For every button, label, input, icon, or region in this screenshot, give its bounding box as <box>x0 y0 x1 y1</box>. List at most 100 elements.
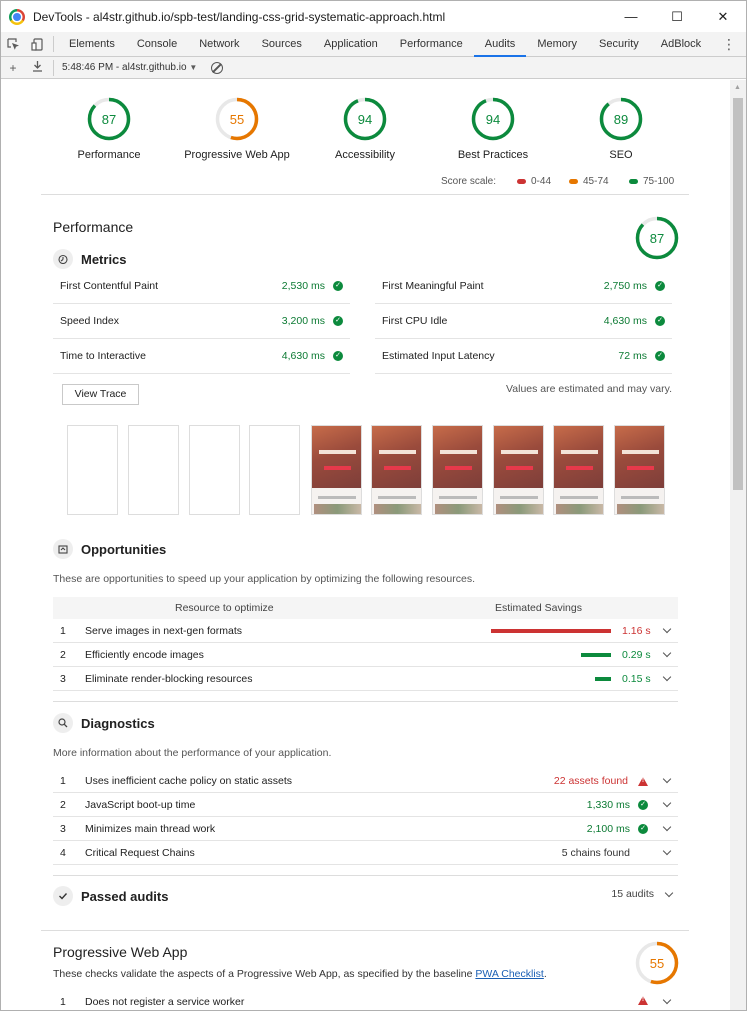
opportunity-row[interactable]: 1 Serve images in next-gen formats 1.16 s <box>53 619 678 643</box>
chevron-glyph <box>662 846 672 856</box>
passed-audits-header[interactable]: Passed audits <box>53 886 168 906</box>
diagnostic-row[interactable]: 2 JavaScript boot-up time 1,330 ms ✓ <box>53 793 678 817</box>
category-gauge-progressive-web-app[interactable]: 55 Progressive Web App <box>167 80 307 161</box>
tab-sources[interactable]: Sources <box>251 32 313 57</box>
tab-application[interactable]: Application <box>313 32 389 57</box>
chevron-down-icon[interactable] <box>662 672 672 682</box>
metric-item: First Meaningful Paint 2,750 ms ✓ <box>375 269 672 304</box>
savings-column-header: Estimated Savings <box>495 602 582 614</box>
metrics-title: Metrics <box>81 251 127 267</box>
opportunities-description: These are opportunities to speed up your… <box>53 573 475 585</box>
new-audit-icon[interactable]: + <box>1 61 25 75</box>
inspect-element-icon[interactable] <box>1 32 25 56</box>
more-options-icon[interactable]: ⋮ <box>722 36 736 53</box>
frame-hero-heading <box>501 450 538 454</box>
diagnostic-result: 5 chains found <box>562 847 648 859</box>
view-trace-button[interactable]: View Trace <box>62 384 139 405</box>
scrollbar-thumb[interactable] <box>733 98 743 490</box>
diagnostic-result: 1,330 ms ✓ <box>587 799 648 811</box>
score-gauge: 89 <box>599 97 643 141</box>
metric-value: 4,630 ms ✓ <box>282 350 343 362</box>
pass-check-icon: ✓ <box>333 281 343 291</box>
chevron-down-icon[interactable] <box>662 822 672 832</box>
tab-memory[interactable]: Memory <box>526 32 588 57</box>
chevron-glyph <box>662 822 672 832</box>
opportunities-header: Opportunities <box>53 539 166 559</box>
pass-check-icon: ✓ <box>655 351 665 361</box>
chevron-down-icon[interactable] <box>662 648 672 658</box>
warning-icon <box>638 996 648 1005</box>
passed-audits-count[interactable]: 15 audits <box>611 888 674 900</box>
opportunity-title: Eliminate render-blocking resources <box>85 673 253 685</box>
tab-console[interactable]: Console <box>126 32 188 57</box>
metric-value-text: 2,750 ms <box>603 280 647 292</box>
score-scale-label: Score scale: <box>441 176 497 187</box>
opportunity-row[interactable]: 2 Efficiently encode images 0.29 s <box>53 643 678 667</box>
metric-value: 2,530 ms ✓ <box>282 280 343 292</box>
performance-title: Performance <box>53 219 134 235</box>
opportunity-icon <box>53 539 73 559</box>
pass-check-icon: ✓ <box>655 281 665 291</box>
pwa-gauge-score: 55 <box>650 956 664 971</box>
score-scale-fail-label: 0-44 <box>531 176 552 187</box>
divider <box>41 930 689 931</box>
frame-content <box>372 488 421 514</box>
diagnostic-row[interactable]: 4 Critical Request Chains 5 chains found <box>53 841 678 865</box>
opportunities-title: Opportunities <box>81 541 167 557</box>
gauge-label: Best Practices <box>457 149 529 161</box>
report-select[interactable]: 5:48:46 PM - al4str.github.io ▼ <box>62 62 197 73</box>
tab-network[interactable]: Network <box>188 32 250 57</box>
tab-elements[interactable]: Elements <box>58 32 126 57</box>
tab-audits[interactable]: Audits <box>473 32 527 57</box>
metric-label: First Contentful Paint <box>60 280 159 292</box>
category-gauge-performance[interactable]: 87 Performance <box>39 80 179 161</box>
chevron-down-icon[interactable] <box>662 798 672 808</box>
pwa-description-end: . <box>543 968 547 980</box>
download-report-icon[interactable] <box>25 60 49 75</box>
metric-item: Time to Interactive 4,630 ms ✓ <box>53 339 350 374</box>
row-number: 3 <box>60 823 66 835</box>
score-gauge: 94 <box>343 97 387 141</box>
filmstrip-frame <box>311 425 362 515</box>
category-gauge-best-practices[interactable]: 94 Best Practices <box>423 80 563 161</box>
maximize-button[interactable]: ☐ <box>654 1 700 32</box>
pwa-checklist-link[interactable]: PWA Checklist <box>475 968 543 980</box>
performance-score-gauge: 87 <box>635 216 679 260</box>
report-content: 87 Performance 55 Progressive Web App 94 Acce… <box>1 80 730 1010</box>
pass-check-icon: ✓ <box>638 800 648 810</box>
scroll-up-icon[interactable]: ▲ <box>734 84 741 91</box>
filmstrip-frame <box>432 425 483 515</box>
chevron-down-icon[interactable] <box>662 995 672 1005</box>
pwa-audit-row[interactable]: 1 Does not register a service worker <box>53 990 678 1010</box>
diagnostics-header: Diagnostics <box>53 713 155 733</box>
opportunity-row[interactable]: 3 Eliminate render-blocking resources 0.15… <box>53 667 678 691</box>
category-gauge-seo[interactable]: 89 SEO <box>551 80 691 161</box>
vertical-scrollbar[interactable]: ▲ <box>730 80 746 1010</box>
gauge-score: 94 <box>358 112 372 127</box>
close-button[interactable]: ✕ <box>700 1 746 32</box>
chevron-down-icon[interactable] <box>662 624 672 634</box>
frame-hero-button <box>324 466 351 470</box>
row-number: 2 <box>60 649 66 661</box>
category-gauge-accessibility[interactable]: 94 Accessibility <box>295 80 435 161</box>
chevron-glyph <box>662 995 672 1005</box>
tab-security[interactable]: Security <box>588 32 650 57</box>
chevron-down-icon[interactable] <box>662 846 672 856</box>
tab-performance[interactable]: Performance <box>389 32 474 57</box>
diagnostic-row[interactable]: 3 Minimizes main thread work 2,100 ms ✓ <box>53 817 678 841</box>
metric-item: Estimated Input Latency 72 ms ✓ <box>375 339 672 374</box>
frame-content-bar <box>500 496 538 499</box>
chrome-icon <box>9 8 25 25</box>
diagnostic-row[interactable]: 1 Uses inefficient cache policy on static… <box>53 769 678 793</box>
tab-adblock[interactable]: AdBlock <box>650 32 712 57</box>
metric-label: First Meaningful Paint <box>382 280 484 292</box>
device-toolbar-icon[interactable] <box>25 32 49 56</box>
window-title: DevTools - al4str.github.io/spb-test/lan… <box>33 9 446 24</box>
chevron-down-icon[interactable] <box>662 774 672 784</box>
frame-hero-heading <box>440 450 477 454</box>
clear-icon[interactable] <box>211 61 224 74</box>
score-gauge: 94 <box>471 97 515 141</box>
score-gauge: 87 <box>87 97 131 141</box>
passed-audits-count-label: 15 audits <box>611 888 654 900</box>
minimize-button[interactable]: — <box>608 1 654 32</box>
